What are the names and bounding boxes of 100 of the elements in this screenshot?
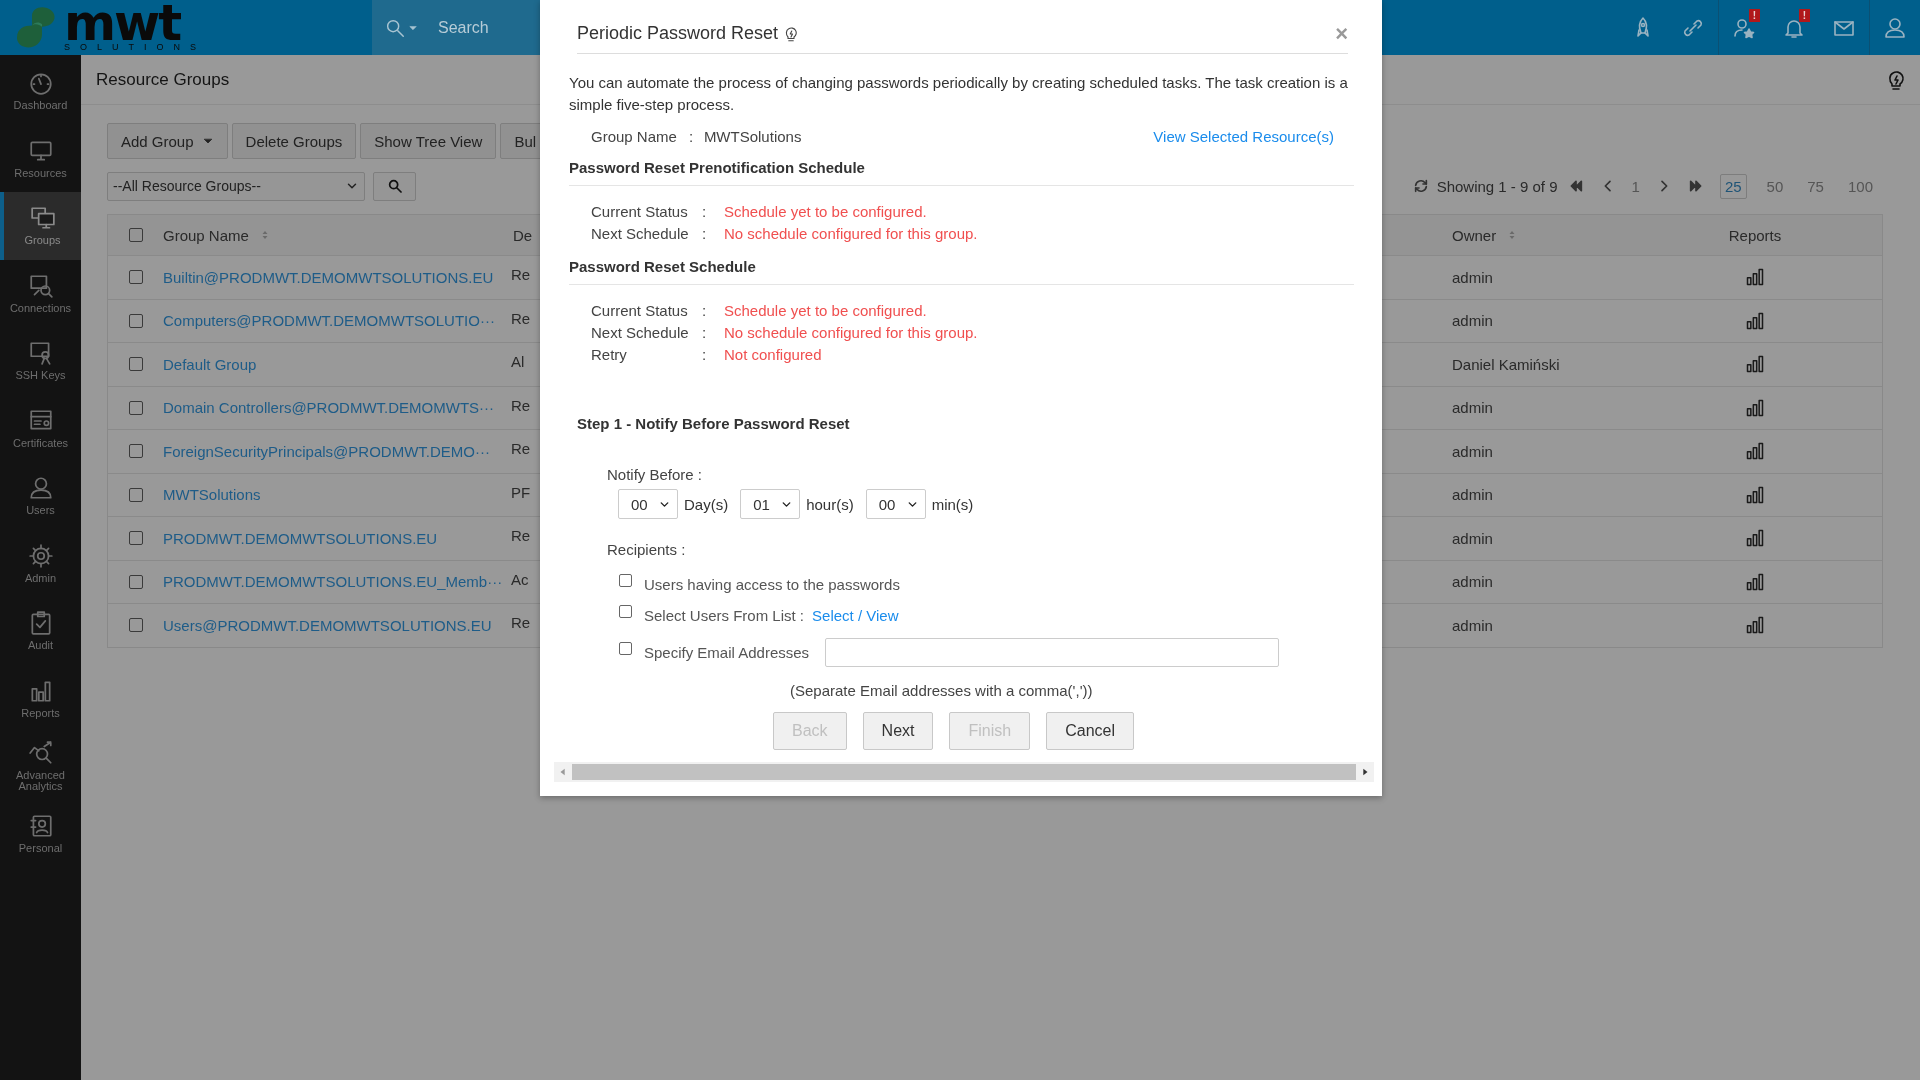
group-name-link[interactable]: Builtin@PRODMWT.DEMOMWTSOLUTIONS.EU (163, 268, 494, 286)
sidebar-item[interactable]: Personal (0, 799, 81, 867)
recipient-checkbox[interactable] (619, 642, 632, 655)
time-select[interactable]: 00 (618, 489, 678, 519)
bar-chart-icon[interactable] (1745, 615, 1765, 636)
user-icon (27, 475, 54, 502)
sidebar-item[interactable]: Admin (0, 529, 81, 597)
select-all-checkbox[interactable] (128, 228, 143, 242)
sidebar-item[interactable]: Certificates (0, 394, 81, 462)
group-name-link[interactable]: Users@PRODMWT.DEMOMWTSOLUTIONS.EU (163, 616, 492, 634)
dialog-button[interactable]: Next (862, 712, 934, 750)
bar-chart-icon[interactable] (1745, 441, 1765, 462)
column-header[interactable]: Owner (1452, 226, 1497, 244)
dialog-button[interactable]: Cancel (1046, 712, 1134, 750)
contact-card-icon (27, 812, 54, 839)
scroll-left-icon[interactable] (558, 767, 568, 777)
recipient-checkbox[interactable] (619, 605, 632, 618)
select-view-link[interactable]: Select / View (812, 607, 899, 624)
time-select[interactable]: 00 (865, 489, 926, 519)
bar-chart-icon[interactable] (1745, 528, 1765, 549)
time-select[interactable]: 01 (740, 489, 801, 519)
table-cell: Re (511, 614, 531, 631)
group-name-link[interactable]: Default Group (163, 355, 257, 373)
row-checkbox[interactable] (128, 313, 143, 328)
row-checkbox[interactable] (128, 357, 143, 372)
toolbar-button[interactable]: Show Tree View (360, 123, 497, 159)
column-header: De (513, 226, 533, 244)
group-name-link[interactable]: PRODMWT.DEMOMWTSOLUTIONS.EU_Memb··· (163, 573, 503, 591)
email-input-field[interactable] (825, 638, 1280, 667)
gauge-icon (27, 70, 54, 97)
bar-chart-icon[interactable] (1745, 397, 1765, 418)
user-icon[interactable] (1883, 15, 1907, 40)
field-label: Recipients : (607, 541, 687, 558)
bar-chart-icon[interactable] (1745, 310, 1765, 331)
table-cell: admin (1452, 529, 1493, 547)
group-filter-select[interactable]: --All Resource Groups-- (107, 171, 365, 201)
row-checkbox[interactable] (128, 270, 143, 285)
notification-badge: ! (1798, 9, 1810, 22)
field-label: Notify Before : (607, 466, 704, 483)
sidebar-item[interactable]: Groups (0, 192, 81, 260)
table-cell: Re (511, 266, 531, 283)
horizontal-scrollbar[interactable] (554, 762, 1374, 782)
sidebar-item[interactable]: Users (0, 462, 81, 530)
toolbar-button[interactable]: Bul (500, 123, 540, 159)
search-icon (386, 178, 403, 194)
colon-text: : (688, 128, 695, 145)
colon-text: : (702, 224, 708, 242)
table-cell: admin (1452, 616, 1493, 634)
bar-chart-icon[interactable] (1745, 571, 1765, 592)
column-header: Reports (1728, 226, 1782, 244)
bar-chart-icon[interactable] (1745, 267, 1765, 288)
table-cell: admin (1452, 573, 1493, 591)
recipient-checkbox[interactable] (619, 574, 632, 587)
last-page-icon[interactable] (1687, 178, 1704, 194)
checkbox-label: Select Users From List : (644, 607, 805, 624)
row-checkbox[interactable] (128, 487, 143, 502)
sidebar-item[interactable]: Resources (0, 124, 81, 192)
row-checkbox[interactable] (128, 444, 143, 459)
table-cell: admin (1452, 268, 1493, 286)
checkbox-label: Users having access to the passwords (644, 576, 900, 593)
page-size-option[interactable]: 100 (1843, 174, 1877, 198)
logo-wordmark: mwt (64, 3, 181, 43)
bar-chart-icon[interactable] (1745, 484, 1765, 505)
refresh-icon[interactable] (1412, 178, 1429, 194)
colon-text: : (702, 345, 708, 363)
sidebar-item[interactable]: Reports (0, 664, 81, 732)
page-size-option[interactable]: 50 (1762, 174, 1788, 198)
column-header[interactable]: Group Name (163, 226, 249, 244)
toolbar-button[interactable]: Delete Groups (231, 123, 357, 159)
toolbar-button[interactable]: Add Group (107, 123, 228, 159)
unit-label: hour(s) (806, 495, 854, 513)
scrollbar-thumb[interactable] (572, 764, 1356, 780)
page-size-option[interactable]: 25 (1719, 173, 1747, 199)
view-resources-link[interactable]: View Selected Resource(s) (1153, 128, 1334, 145)
field-label: Group Name (591, 128, 677, 145)
group-name-link[interactable]: ForeignSecurityPrincipals@PRODMWT.DEMO··· (163, 442, 490, 460)
group-name-link[interactable]: Domain Controllers@PRODMWT.DEMOMWTS··· (163, 399, 495, 417)
table-cell: admin (1452, 442, 1493, 460)
sidebar-item[interactable]: Dashboard (0, 57, 81, 125)
row-checkbox[interactable] (128, 400, 143, 415)
close-button[interactable]: × (1335, 20, 1348, 47)
section-heading: Password Reset Schedule (569, 258, 1354, 285)
status-value: No schedule configured for this group. (724, 224, 978, 242)
group-name-link[interactable]: PRODMWT.DEMOMWTSOLUTIONS.EU (163, 529, 438, 547)
connection-icon (27, 272, 54, 299)
sidebar-item[interactable]: SSH Keys (0, 327, 81, 395)
page-size-option[interactable]: 75 (1803, 174, 1828, 198)
row-checkbox[interactable] (128, 618, 143, 633)
search-button[interactable] (373, 171, 416, 201)
sidebar-item[interactable]: Audit (0, 597, 81, 665)
row-checkbox[interactable] (128, 574, 143, 589)
group-name-link[interactable]: Computers@PRODMWT.DEMOMWTSOLUTIO··· (163, 312, 495, 330)
scroll-right-icon[interactable] (1360, 767, 1370, 777)
group-name-link[interactable]: MWTSolutions (163, 486, 261, 504)
sidebar-item[interactable]: Advanced Analytics (0, 732, 81, 800)
sidebar-item[interactable]: Connections (0, 259, 81, 327)
bar-chart-icon[interactable] (1745, 354, 1765, 375)
page-number[interactable]: 1 (1631, 177, 1640, 195)
field-label: Current Status (591, 301, 689, 319)
row-checkbox[interactable] (128, 531, 143, 546)
